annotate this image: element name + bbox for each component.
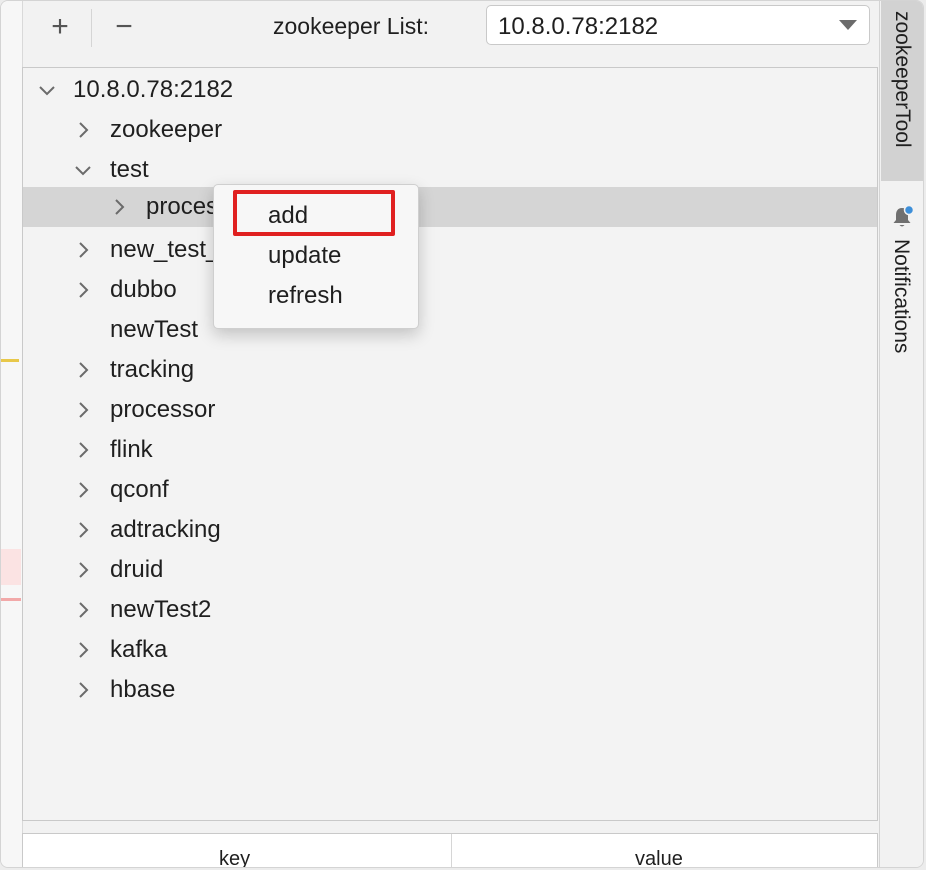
tree-node-label: newTest2	[110, 596, 212, 623]
notifications-tab[interactable]: Notifications	[889, 239, 913, 353]
zookeeper-server-select[interactable]: 10.8.0.78:2182	[486, 5, 870, 45]
tree-row[interactable]: kafka	[23, 630, 877, 670]
notifications-bell-icon[interactable]	[890, 204, 914, 230]
tree-node-label: qconf	[110, 476, 169, 503]
tree-node-label: adtracking	[110, 516, 221, 543]
zookeeper-node-tree[interactable]: 10.8.0.78:2182 zookeeper test processor	[22, 67, 878, 821]
tree-row[interactable]: flink	[23, 430, 877, 470]
chevron-right-icon[interactable]	[71, 438, 95, 462]
tree-row[interactable]: zookeeper	[23, 110, 877, 150]
chevron-right-icon[interactable]	[107, 195, 131, 219]
change-marker	[1, 359, 19, 362]
toolbar: + − zookeeper List: 10.8.0.78:2182	[23, 1, 879, 57]
tree-node-label: tracking	[110, 356, 195, 383]
tree-row[interactable]: dubbo	[23, 270, 877, 310]
tree-node-label: kafka	[110, 636, 168, 663]
tree-row[interactable]: new_test_work_path	[23, 230, 877, 270]
chevron-down-icon[interactable]	[71, 158, 95, 182]
zookeeper-tool-tab-label: zookeeperTool	[891, 11, 914, 148]
zookeeper-tool-tab[interactable]: zookeeperTool	[881, 1, 923, 181]
tree-node-label: newTest	[110, 316, 199, 343]
toolbar-divider	[91, 9, 92, 47]
column-header-key[interactable]: key	[219, 848, 250, 867]
tree-node-label: processor	[110, 396, 216, 423]
tree-node-label: 10.8.0.78:2182	[73, 76, 234, 103]
remove-server-button[interactable]: −	[105, 9, 143, 45]
tree-node-label: flink	[110, 436, 153, 463]
right-tool-strip: zookeeperTool Notifications	[879, 1, 923, 867]
chevron-down-icon[interactable]	[35, 78, 59, 102]
tree-row[interactable]: processor	[23, 390, 877, 430]
change-marker	[1, 549, 21, 585]
tree-row-root[interactable]: 10.8.0.78:2182	[23, 70, 877, 110]
tree-node-label: hbase	[110, 676, 176, 703]
chevron-right-icon[interactable]	[71, 358, 95, 382]
tree-node-label: test	[110, 156, 149, 183]
menu-item-refresh[interactable]: refresh	[268, 282, 343, 310]
column-header-value[interactable]: value	[635, 848, 683, 867]
dropdown-arrow-icon	[839, 20, 857, 30]
tree-row[interactable]: qconf	[23, 470, 877, 510]
change-marker	[1, 598, 21, 601]
chevron-right-icon[interactable]	[71, 598, 95, 622]
editor-gutter	[1, 1, 23, 867]
tree-node-label: dubbo	[110, 276, 177, 303]
column-divider[interactable]	[451, 834, 452, 867]
tree-row[interactable]: tracking	[23, 350, 877, 390]
chevron-right-icon[interactable]	[71, 478, 95, 502]
tree-row[interactable]: newTest2	[23, 590, 877, 630]
key-value-table-header: key value	[22, 833, 878, 867]
highlight-annotation-box	[233, 190, 395, 236]
menu-item-update[interactable]: update	[268, 242, 341, 270]
tree-node-label: zookeeper	[110, 116, 223, 143]
tree-row[interactable]: hbase	[23, 670, 877, 710]
chevron-right-icon[interactable]	[71, 398, 95, 422]
chevron-right-icon[interactable]	[71, 638, 95, 662]
chevron-right-icon[interactable]	[71, 518, 95, 542]
chevron-right-icon[interactable]	[71, 118, 95, 142]
tree-row[interactable]: test	[23, 150, 877, 190]
tree-row[interactable]: druid	[23, 550, 877, 590]
tree-node-label: druid	[110, 556, 164, 583]
selected-server-value: 10.8.0.78:2182	[498, 13, 659, 40]
tree-row[interactable]: adtracking	[23, 510, 877, 550]
add-server-button[interactable]: +	[41, 9, 79, 45]
chevron-right-icon[interactable]	[71, 278, 95, 302]
tool-window: + − zookeeper List: 10.8.0.78:2182 10.8.…	[0, 0, 924, 868]
chevron-right-icon[interactable]	[71, 238, 95, 262]
tree-row[interactable]: newTest	[23, 310, 877, 350]
chevron-right-icon[interactable]	[71, 678, 95, 702]
tree-node-label: processor	[146, 193, 216, 220]
zookeeper-list-label: zookeeper List:	[273, 13, 429, 39]
tree-row-selected[interactable]: processor	[23, 187, 877, 227]
chevron-right-icon[interactable]	[71, 558, 95, 582]
